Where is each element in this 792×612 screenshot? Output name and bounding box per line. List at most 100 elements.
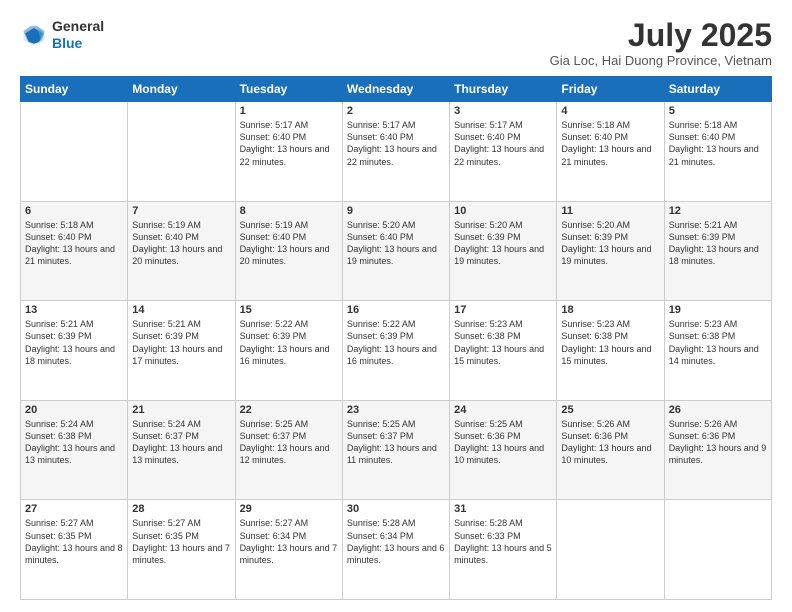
day-content: Sunrise: 5:25 AM Sunset: 6:36 PM Dayligh… (454, 418, 552, 467)
day-number: 28 (132, 503, 230, 515)
day-number: 17 (454, 304, 552, 316)
day-number: 21 (132, 404, 230, 416)
day-number: 9 (347, 205, 445, 217)
day-number: 15 (240, 304, 338, 316)
day-content: Sunrise: 5:26 AM Sunset: 6:36 PM Dayligh… (561, 418, 659, 467)
calendar-week-row: 13 Sunrise: 5:21 AM Sunset: 6:39 PM Dayli… (21, 301, 772, 401)
day-content: Sunrise: 5:21 AM Sunset: 6:39 PM Dayligh… (132, 318, 230, 367)
day-content: Sunrise: 5:21 AM Sunset: 6:39 PM Dayligh… (25, 318, 123, 367)
day-number: 26 (669, 404, 767, 416)
day-number: 22 (240, 404, 338, 416)
logo-general: General (52, 18, 104, 35)
day-number: 6 (25, 205, 123, 217)
calendar-day-header: Wednesday (342, 77, 449, 102)
month-title: July 2025 (550, 18, 772, 53)
calendar-cell: 21Sunrise: 5:24 AM Sunset: 6:37 PM Dayli… (128, 400, 235, 500)
day-number: 5 (669, 105, 767, 117)
day-content: Sunrise: 5:24 AM Sunset: 6:38 PM Dayligh… (25, 418, 123, 467)
day-content: Sunrise: 5:28 AM Sunset: 6:34 PM Dayligh… (347, 517, 445, 566)
day-content: Sunrise: 5:18 AM Sunset: 6:40 PM Dayligh… (561, 119, 659, 168)
calendar-cell: 7Sunrise: 5:19 AM Sunset: 6:40 PM Daylig… (128, 201, 235, 301)
day-number: 4 (561, 105, 659, 117)
calendar-cell: 30 Sunrise: 5:28 AM Sunset: 6:34 PM Dayli… (342, 500, 449, 600)
calendar-week-row: 20 Sunrise: 5:24 AM Sunset: 6:38 PM Dayli… (21, 400, 772, 500)
day-content: Sunrise: 5:23 AM Sunset: 6:38 PM Dayligh… (669, 318, 767, 367)
calendar-cell: 28 Sunrise: 5:27 AM Sunset: 6:35 PM Dayli… (128, 500, 235, 600)
calendar-cell: 26Sunrise: 5:26 AM Sunset: 6:36 PM Dayli… (664, 400, 771, 500)
subtitle: Gia Loc, Hai Duong Province, Vietnam (550, 53, 772, 68)
day-number: 3 (454, 105, 552, 117)
day-content: Sunrise: 5:19 AM Sunset: 6:40 PM Dayligh… (132, 219, 230, 268)
day-content: Sunrise: 5:21 AM Sunset: 6:39 PM Dayligh… (669, 219, 767, 268)
calendar-cell (664, 500, 771, 600)
day-content: Sunrise: 5:20 AM Sunset: 6:39 PM Dayligh… (561, 219, 659, 268)
calendar-day-header: Sunday (21, 77, 128, 102)
day-number: 13 (25, 304, 123, 316)
title-block: July 2025 Gia Loc, Hai Duong Province, V… (550, 18, 772, 68)
calendar-day-header: Friday (557, 77, 664, 102)
day-number: 16 (347, 304, 445, 316)
calendar-week-row: 27 Sunrise: 5:27 AM Sunset: 6:35 PM Dayli… (21, 500, 772, 600)
calendar-table: SundayMondayTuesdayWednesdayThursdayFrid… (20, 76, 772, 600)
calendar-cell: 4 Sunrise: 5:18 AM Sunset: 6:40 PM Daylig… (557, 102, 664, 202)
day-number: 27 (25, 503, 123, 515)
calendar-header-row: SundayMondayTuesdayWednesdayThursdayFrid… (21, 77, 772, 102)
calendar-week-row: 6 Sunrise: 5:18 AM Sunset: 6:40 PM Daylig… (21, 201, 772, 301)
calendar-cell: 18Sunrise: 5:23 AM Sunset: 6:38 PM Dayli… (557, 301, 664, 401)
day-number: 23 (347, 404, 445, 416)
day-content: Sunrise: 5:17 AM Sunset: 6:40 PM Dayligh… (347, 119, 445, 168)
calendar-cell: 10Sunrise: 5:20 AM Sunset: 6:39 PM Dayli… (450, 201, 557, 301)
calendar-cell: 14Sunrise: 5:21 AM Sunset: 6:39 PM Dayli… (128, 301, 235, 401)
calendar-day-header: Thursday (450, 77, 557, 102)
calendar-cell: 11 Sunrise: 5:20 AM Sunset: 6:39 PM Dayli… (557, 201, 664, 301)
day-number: 25 (561, 404, 659, 416)
day-content: Sunrise: 5:28 AM Sunset: 6:33 PM Dayligh… (454, 517, 552, 566)
day-content: Sunrise: 5:25 AM Sunset: 6:37 PM Dayligh… (347, 418, 445, 467)
day-content: Sunrise: 5:23 AM Sunset: 6:38 PM Dayligh… (454, 318, 552, 367)
day-number: 1 (240, 105, 338, 117)
calendar-day-header: Monday (128, 77, 235, 102)
calendar-cell: 27Sunrise: 5:27 AM Sunset: 6:35 PM Dayli… (21, 500, 128, 600)
day-number: 19 (669, 304, 767, 316)
day-number: 12 (669, 205, 767, 217)
calendar-cell: 15 Sunrise: 5:22 AM Sunset: 6:39 PM Dayli… (235, 301, 342, 401)
day-content: Sunrise: 5:27 AM Sunset: 6:35 PM Dayligh… (132, 517, 230, 566)
calendar-cell: 17 Sunrise: 5:23 AM Sunset: 6:38 PM Dayli… (450, 301, 557, 401)
calendar-cell: 20 Sunrise: 5:24 AM Sunset: 6:38 PM Dayli… (21, 400, 128, 500)
day-content: Sunrise: 5:18 AM Sunset: 6:40 PM Dayligh… (669, 119, 767, 168)
calendar-cell: 3 Sunrise: 5:17 AM Sunset: 6:40 PM Daylig… (450, 102, 557, 202)
day-number: 20 (25, 404, 123, 416)
day-content: Sunrise: 5:20 AM Sunset: 6:39 PM Dayligh… (454, 219, 552, 268)
calendar-cell: 19 Sunrise: 5:23 AM Sunset: 6:38 PM Dayli… (664, 301, 771, 401)
day-number: 11 (561, 205, 659, 217)
calendar-cell: 13 Sunrise: 5:21 AM Sunset: 6:39 PM Dayli… (21, 301, 128, 401)
calendar-cell: 5 Sunrise: 5:18 AM Sunset: 6:40 PM Daylig… (664, 102, 771, 202)
day-number: 8 (240, 205, 338, 217)
day-content: Sunrise: 5:17 AM Sunset: 6:40 PM Dayligh… (454, 119, 552, 168)
calendar-day-header: Saturday (664, 77, 771, 102)
day-content: Sunrise: 5:22 AM Sunset: 6:39 PM Dayligh… (240, 318, 338, 367)
day-content: Sunrise: 5:25 AM Sunset: 6:37 PM Dayligh… (240, 418, 338, 467)
calendar-cell (21, 102, 128, 202)
calendar-cell: 31Sunrise: 5:28 AM Sunset: 6:33 PM Dayli… (450, 500, 557, 600)
day-content: Sunrise: 5:18 AM Sunset: 6:40 PM Dayligh… (25, 219, 123, 268)
calendar-cell: 29Sunrise: 5:27 AM Sunset: 6:34 PM Dayli… (235, 500, 342, 600)
calendar-cell: 8 Sunrise: 5:19 AM Sunset: 6:40 PM Daylig… (235, 201, 342, 301)
day-number: 30 (347, 503, 445, 515)
day-number: 2 (347, 105, 445, 117)
calendar-cell: 22 Sunrise: 5:25 AM Sunset: 6:37 PM Dayli… (235, 400, 342, 500)
day-content: Sunrise: 5:20 AM Sunset: 6:40 PM Dayligh… (347, 219, 445, 268)
calendar-cell: 2 Sunrise: 5:17 AM Sunset: 6:40 PM Daylig… (342, 102, 449, 202)
day-content: Sunrise: 5:23 AM Sunset: 6:38 PM Dayligh… (561, 318, 659, 367)
day-content: Sunrise: 5:19 AM Sunset: 6:40 PM Dayligh… (240, 219, 338, 268)
logo-icon (20, 21, 48, 49)
calendar-cell: 25 Sunrise: 5:26 AM Sunset: 6:36 PM Dayli… (557, 400, 664, 500)
calendar-day-header: Tuesday (235, 77, 342, 102)
day-content: Sunrise: 5:22 AM Sunset: 6:39 PM Dayligh… (347, 318, 445, 367)
calendar-cell: 12 Sunrise: 5:21 AM Sunset: 6:39 PM Dayli… (664, 201, 771, 301)
logo-text: General Blue (52, 18, 104, 52)
calendar-cell (557, 500, 664, 600)
calendar-cell: 23 Sunrise: 5:25 AM Sunset: 6:37 PM Dayli… (342, 400, 449, 500)
calendar-cell: 1Sunrise: 5:17 AM Sunset: 6:40 PM Daylig… (235, 102, 342, 202)
day-number: 29 (240, 503, 338, 515)
